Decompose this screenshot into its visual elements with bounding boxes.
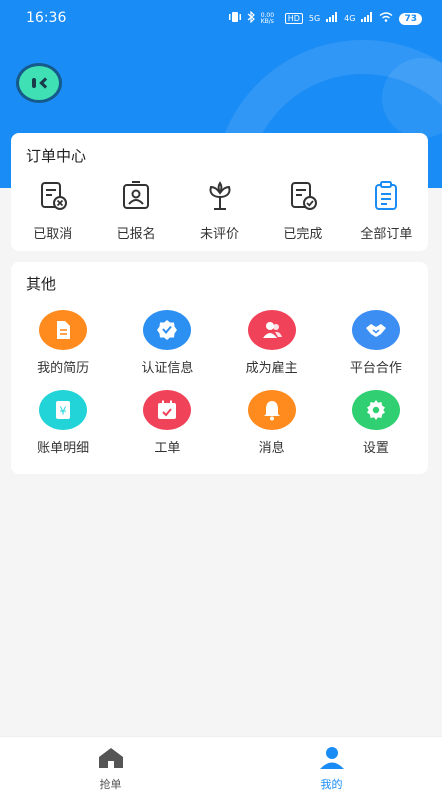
order-item-label: 已完成 xyxy=(283,227,323,242)
order-item-label: 已取消 xyxy=(33,227,73,242)
order-completed[interactable]: 已完成 xyxy=(261,179,344,242)
other-card: 其他 我的简历 认证信息 成为雇主 平台合作 ¥ 账单明细 工单 消息 设置 xyxy=(11,262,428,474)
status-bar: 16:36 0.00 KB/s HD 5G 4G 73 xyxy=(0,0,442,38)
grid-item-label: 平台合作 xyxy=(349,361,402,376)
grid-item-label: 工单 xyxy=(154,441,181,456)
home-icon xyxy=(97,746,125,774)
grid-item-label: 我的简历 xyxy=(37,361,90,376)
order-all[interactable]: 全部订单 xyxy=(345,179,428,242)
bill-icon: ¥ xyxy=(39,390,88,430)
tab-grab-orders[interactable]: 抢单 xyxy=(0,737,221,793)
order-item-label: 已报名 xyxy=(116,227,156,242)
wifi-icon xyxy=(379,12,393,25)
become-employer-button[interactable]: 成为雇主 xyxy=(220,310,324,376)
bluetooth-icon xyxy=(247,10,255,26)
tab-label: 抢单 xyxy=(99,778,122,791)
vibrate-icon xyxy=(228,12,241,25)
grid-item-label: 消息 xyxy=(258,441,285,456)
verified-badge-icon xyxy=(143,310,192,350)
order-item-label: 未评价 xyxy=(200,227,240,242)
id-badge-icon xyxy=(119,179,153,217)
grid-item-label: 设置 xyxy=(362,441,389,456)
my-resume-button[interactable]: 我的简历 xyxy=(11,310,115,376)
completed-doc-icon xyxy=(286,179,320,217)
order-item-label: 全部订单 xyxy=(360,227,413,242)
net-speed: 0.00 KB/s xyxy=(260,11,275,25)
signal-bars-icon xyxy=(326,12,338,25)
signal-4g: 4G xyxy=(344,14,356,23)
bell-icon xyxy=(247,390,296,430)
tab-mine[interactable]: 我的 xyxy=(221,737,442,793)
gear-icon xyxy=(351,390,400,430)
grid-item-label: 成为雇主 xyxy=(245,361,298,376)
settings-button[interactable]: 设置 xyxy=(324,390,428,456)
flower-icon xyxy=(203,179,237,217)
order-cancelled[interactable]: 已取消 xyxy=(11,179,94,242)
order-center-card: 订单中心 已取消 已报名 未评价 已完成 全部订单 xyxy=(11,133,428,251)
users-icon xyxy=(247,310,296,350)
grid-item-label: 账单明细 xyxy=(37,441,90,456)
clipboard-icon xyxy=(369,179,403,217)
grid-item-label: 认证信息 xyxy=(141,361,194,376)
status-time: 16:36 xyxy=(26,10,67,26)
other-title: 其他 xyxy=(26,275,57,293)
tab-label: 我的 xyxy=(320,778,343,791)
order-status-row: 已取消 已报名 未评价 已完成 全部订单 xyxy=(11,179,428,242)
resume-icon xyxy=(39,310,88,350)
order-registered[interactable]: 已报名 xyxy=(94,179,177,242)
other-grid: 我的简历 认证信息 成为雇主 平台合作 ¥ 账单明细 工单 消息 设置 xyxy=(11,310,428,456)
handshake-icon xyxy=(351,310,400,350)
bill-details-button[interactable]: ¥ 账单明细 xyxy=(11,390,115,456)
signal-5g: 5G xyxy=(308,14,321,23)
calendar-check-icon xyxy=(143,390,192,430)
order-center-title: 订单中心 xyxy=(26,147,87,165)
signal-bars-icon-2 xyxy=(361,12,373,25)
svg-text:¥: ¥ xyxy=(60,405,67,418)
status-icons: 0.00 KB/s HD 5G 4G 73 xyxy=(228,10,422,26)
bottom-tabbar: 抢单 我的 xyxy=(0,736,442,793)
platform-cooperation-button[interactable]: 平台合作 xyxy=(324,310,428,376)
messages-button[interactable]: 消息 xyxy=(220,390,324,456)
battery-level: 73 xyxy=(399,12,422,25)
avatar[interactable] xyxy=(16,63,62,103)
order-unrated[interactable]: 未评价 xyxy=(178,179,261,242)
user-icon xyxy=(318,746,346,774)
hd-badge: HD xyxy=(284,13,303,24)
work-order-button[interactable]: 工单 xyxy=(115,390,219,456)
cancelled-doc-icon xyxy=(36,179,70,217)
verification-info-button[interactable]: 认证信息 xyxy=(115,310,219,376)
